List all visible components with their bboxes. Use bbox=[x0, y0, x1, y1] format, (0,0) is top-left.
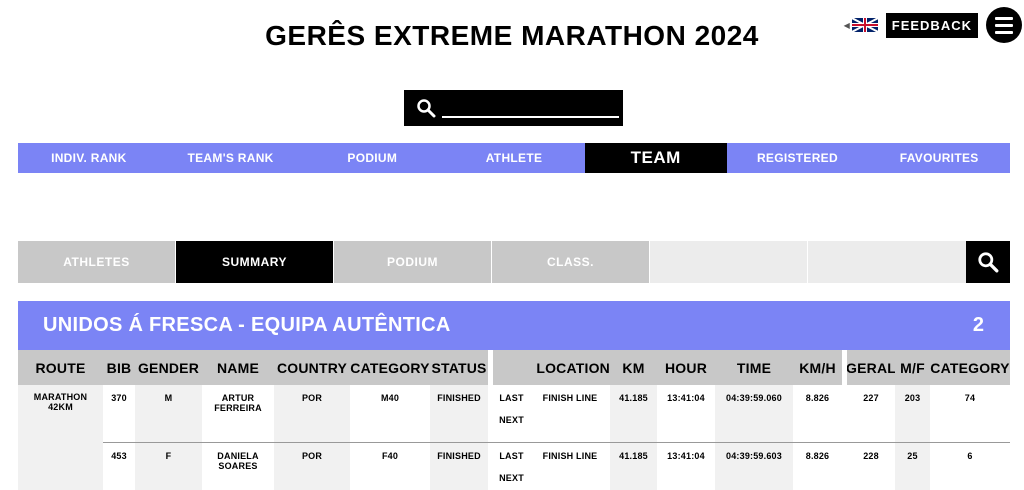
team-name: UNIDOS Á FRESCA - EQUIPA AUTÊNTICA bbox=[43, 314, 451, 336]
team-athlete-count: 2 bbox=[972, 314, 984, 336]
tab-team[interactable]: TEAM bbox=[584, 143, 727, 173]
last-name: FERREIRA bbox=[214, 403, 262, 413]
cell-gender: F bbox=[135, 443, 202, 490]
subtab-class[interactable]: CLASS. bbox=[492, 241, 649, 283]
cell-time: 04:39:59.060 bbox=[715, 385, 793, 442]
col-gender[interactable]: GENDER bbox=[135, 350, 202, 385]
cell-status: FINISHED bbox=[430, 443, 488, 490]
team-search-button[interactable] bbox=[966, 241, 1010, 283]
label-last: LAST bbox=[499, 451, 524, 461]
cell-km: 41.185 bbox=[610, 443, 657, 490]
tab-registered[interactable]: REGISTERED bbox=[727, 143, 869, 173]
feedback-button[interactable]: FEEDBACK bbox=[885, 12, 978, 38]
table-row[interactable]: 453 F DANIELA SOARES POR F40 FINISHED LAS… bbox=[18, 443, 1010, 490]
cell-category: M40 bbox=[380, 393, 400, 403]
tab-indiv-rank[interactable]: INDIV. RANK bbox=[18, 143, 160, 173]
cell-status: FINISHED bbox=[430, 385, 488, 442]
col-route[interactable]: ROUTE bbox=[18, 350, 103, 385]
cell-kmh: 8.826 bbox=[805, 393, 830, 403]
first-name: DANIELA bbox=[217, 451, 259, 461]
tab-podium[interactable]: PODIUM bbox=[301, 143, 443, 173]
cell-mf: 25 bbox=[895, 443, 930, 490]
label-last: LAST bbox=[499, 393, 524, 403]
tab-favourites[interactable]: FAVOURITES bbox=[868, 143, 1010, 173]
col-category[interactable]: CATEGORY bbox=[350, 350, 430, 385]
search-icon[interactable] bbox=[416, 98, 436, 118]
col-geral[interactable]: GERAL bbox=[847, 350, 895, 385]
cell-gender: M bbox=[135, 385, 202, 442]
tab-athlete[interactable]: ATHLETE bbox=[443, 143, 585, 173]
cell-bib: 453 bbox=[111, 451, 127, 461]
cell-last-next: LAST NEXT bbox=[493, 443, 530, 490]
tab-teams-rank[interactable]: TEAM'S RANK bbox=[160, 143, 302, 173]
sub-nav: ATHLETES SUMMARY PODIUM CLASS. bbox=[18, 241, 1010, 283]
cell-category-rank: 74 bbox=[964, 393, 976, 403]
subtab-athletes[interactable]: ATHLETES bbox=[18, 241, 175, 283]
subtab-empty-2 bbox=[808, 241, 966, 283]
label-next: NEXT bbox=[499, 415, 524, 425]
col-name[interactable]: NAME bbox=[202, 350, 274, 385]
caret-left-icon: ◀ bbox=[843, 20, 850, 30]
team-header: UNIDOS Á FRESCA - EQUIPA AUTÊNTICA 2 bbox=[18, 301, 1010, 350]
col-kmh[interactable]: KM/H bbox=[793, 350, 842, 385]
cell-location: FINISH LINE bbox=[542, 393, 598, 403]
col-hour[interactable]: HOUR bbox=[657, 350, 715, 385]
main-nav: INDIV. RANK TEAM'S RANK PODIUM ATHLETE T… bbox=[18, 143, 1010, 173]
cell-last-next: LAST NEXT bbox=[493, 385, 530, 442]
cell-country: POR bbox=[274, 443, 350, 490]
col-category-rank[interactable]: CATEGORY bbox=[930, 350, 1010, 385]
col-country[interactable]: COUNTRY bbox=[274, 350, 350, 385]
cell-hour: 13:41:04 bbox=[667, 451, 705, 461]
col-bib[interactable]: BIB bbox=[103, 350, 135, 385]
col-location[interactable]: LOCATION bbox=[497, 350, 610, 385]
top-right-controls: ◀ FEEDBACK bbox=[844, 7, 1022, 43]
table-row[interactable]: 370 M ARTUR FERREIRA POR M40 FINISHED LAS… bbox=[18, 385, 1010, 442]
label-next: NEXT bbox=[499, 473, 524, 483]
search-icon bbox=[978, 252, 999, 273]
subtab-summary[interactable]: SUMMARY bbox=[176, 241, 333, 283]
cell-mf: 203 bbox=[895, 385, 930, 442]
cell-category-rank: 6 bbox=[967, 451, 973, 461]
search-bar bbox=[404, 90, 623, 126]
first-name: ARTUR bbox=[221, 393, 255, 403]
cell-country: POR bbox=[274, 385, 350, 442]
cell-time: 04:39:59.603 bbox=[715, 443, 793, 490]
subtab-empty-1 bbox=[650, 241, 807, 283]
cell-category: F40 bbox=[381, 451, 399, 461]
cell-kmh: 8.826 bbox=[805, 451, 830, 461]
last-name: SOARES bbox=[218, 461, 258, 471]
cell-name[interactable]: ARTUR FERREIRA bbox=[202, 385, 274, 442]
search-input[interactable] bbox=[442, 98, 619, 118]
hamburger-menu-icon[interactable] bbox=[986, 7, 1022, 43]
cell-hour: 13:41:04 bbox=[667, 393, 705, 403]
subtab-podium[interactable]: PODIUM bbox=[334, 241, 491, 283]
language-selector[interactable]: ◀ bbox=[844, 18, 878, 32]
uk-flag-icon[interactable] bbox=[851, 18, 878, 32]
col-km[interactable]: KM bbox=[610, 350, 657, 385]
cell-geral: 227 bbox=[863, 393, 879, 403]
cell-location: FINISH LINE bbox=[542, 451, 598, 461]
col-mf[interactable]: M/F bbox=[895, 350, 930, 385]
col-status[interactable]: STATUS bbox=[430, 350, 488, 385]
col-time[interactable]: TIME bbox=[715, 350, 793, 385]
cell-name[interactable]: DANIELA SOARES bbox=[202, 443, 274, 490]
cell-km: 41.185 bbox=[610, 385, 657, 442]
cell-bib: 370 bbox=[111, 393, 127, 403]
table-header: ROUTE BIB GENDER NAME COUNTRY CATEGORY S… bbox=[18, 350, 1010, 385]
cell-geral: 228 bbox=[863, 451, 879, 461]
